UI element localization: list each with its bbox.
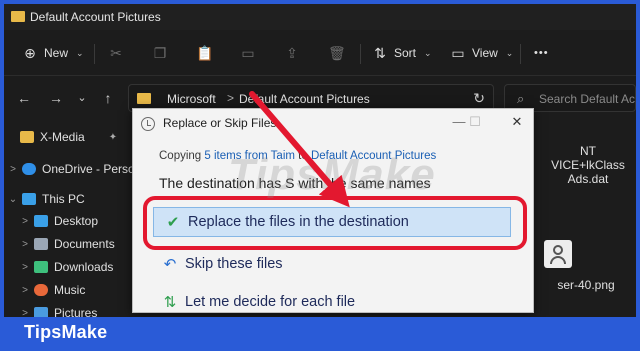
pointer-arrow — [249, 91, 350, 208]
brand-logo: TipsMake — [24, 322, 108, 342]
annotation-arrows — [249, 91, 350, 208]
